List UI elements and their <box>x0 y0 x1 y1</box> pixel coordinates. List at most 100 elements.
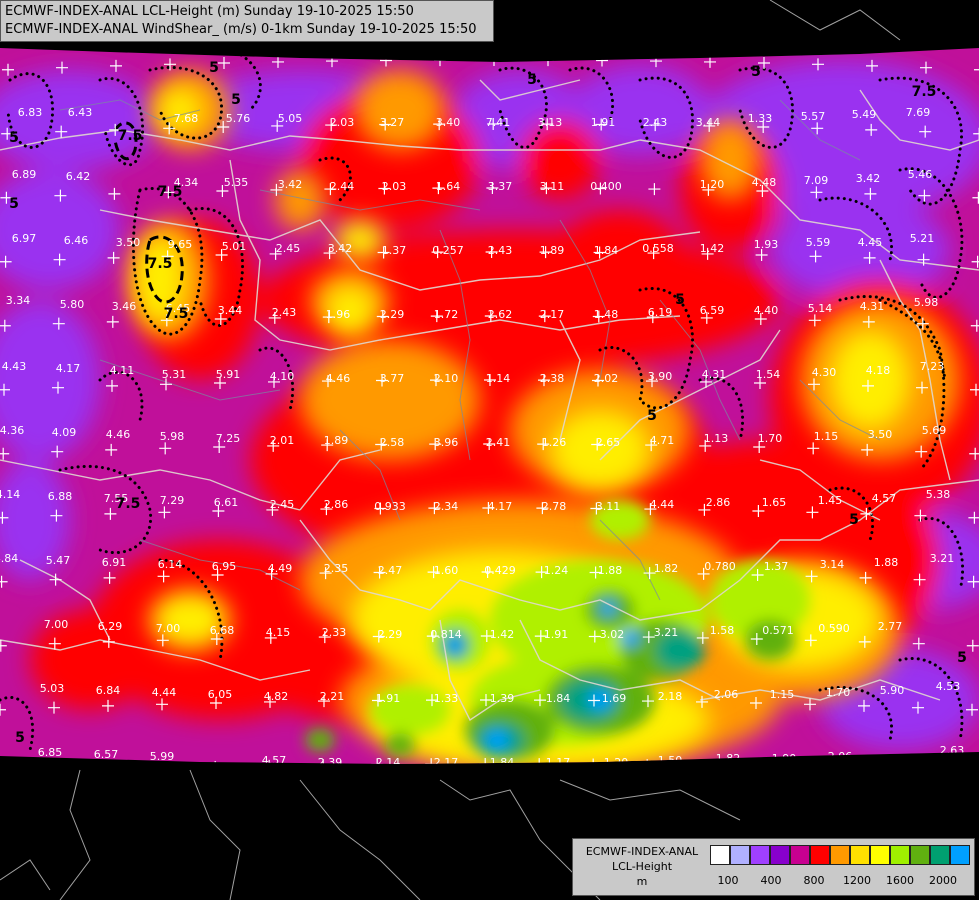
value-label: 7.23 <box>920 360 945 373</box>
legend-swatch <box>770 845 790 865</box>
value-label: 5.90 <box>880 684 905 697</box>
value-label: 5.21 <box>910 232 935 245</box>
contour-label: 7.5 <box>158 184 183 200</box>
value-label: 4.82 <box>264 690 289 703</box>
value-label: 2.45 <box>270 498 295 511</box>
value-label: 1.42 <box>490 628 515 641</box>
legend-title-param: LCL-Height <box>611 860 673 873</box>
value-label: 7.25 <box>216 432 241 445</box>
value-label: 6.95 <box>212 560 237 573</box>
contour-label: 5 <box>751 64 761 80</box>
value-label: 7.09 <box>804 174 829 187</box>
value-label: 3.50 <box>116 236 141 249</box>
value-label: 4.44 <box>152 686 177 699</box>
legend-tick: 1200 <box>843 874 871 887</box>
value-label: 0.558 <box>642 242 674 255</box>
value-label: 4.43 <box>2 360 27 373</box>
value-label: 3.11 <box>596 500 621 513</box>
value-label: 4.46 <box>326 372 351 385</box>
value-label: 2.65 <box>596 436 621 449</box>
value-label: 5.98 <box>160 430 185 443</box>
value-label: 2.02 <box>594 372 619 385</box>
value-label: 1.13 <box>704 432 729 445</box>
contour-label: 5 <box>849 512 859 528</box>
value-label: 2.34 <box>434 500 459 513</box>
value-label: 1.15 <box>770 688 795 701</box>
value-label: 6.14 <box>158 558 183 571</box>
value-label: 1.72 <box>434 308 459 321</box>
value-label: 1.84 <box>594 244 619 257</box>
value-label: 9.65 <box>168 238 193 251</box>
value-label: 4.10 <box>270 370 295 383</box>
value-label: 7.69 <box>906 106 931 119</box>
value-label: 6.46 <box>64 234 89 247</box>
value-label: 1.91 <box>544 628 569 641</box>
value-label: 3.42 <box>328 242 353 255</box>
value-label: 2.77 <box>878 620 903 633</box>
value-label: 1.20 <box>700 178 725 191</box>
value-label: 2.44 <box>330 180 355 193</box>
legend-swatch <box>930 845 950 865</box>
value-label: 1.33 <box>748 112 773 125</box>
value-label: 1.39 <box>490 692 515 705</box>
value-label: 1.82 <box>654 562 679 575</box>
value-label: 1.89 <box>324 434 349 447</box>
value-label: 4.45 <box>858 236 883 249</box>
value-label: 1.88 <box>598 564 623 577</box>
value-label: 1.58 <box>710 624 735 637</box>
legend-swatch <box>730 845 750 865</box>
value-label: 1.69 <box>602 692 627 705</box>
value-label: 5.76 <box>226 112 251 125</box>
value-label: 1.96 <box>326 308 351 321</box>
value-label: 2.06 <box>714 688 739 701</box>
legend-swatch <box>790 845 810 865</box>
value-label: 3.11 <box>540 180 565 193</box>
value-label: 2.01 <box>270 434 295 447</box>
value-label: 1.93 <box>754 238 779 251</box>
value-label: 0.590 <box>818 622 850 635</box>
value-label: 2.29 <box>378 628 403 641</box>
value-label: 5.59 <box>806 236 831 249</box>
value-label: 5.47 <box>46 554 71 567</box>
value-label: 2.21 <box>320 690 345 703</box>
value-label: 1.37 <box>764 560 789 573</box>
value-label: 5.03 <box>40 682 65 695</box>
contour-label: 7.5 <box>912 84 937 100</box>
value-label: 2.43 <box>643 116 668 129</box>
value-label: 2.35 <box>324 562 349 575</box>
value-label: 6.88 <box>48 490 73 503</box>
contour-label: 5 <box>231 92 241 108</box>
legend-swatch <box>830 845 850 865</box>
value-label: 2.43 <box>272 306 297 319</box>
value-label: 2.29 <box>380 308 405 321</box>
legend-tick: 800 <box>803 874 825 887</box>
legend-swatch <box>870 845 890 865</box>
legend-swatches <box>710 845 970 865</box>
value-label: 1.24 <box>544 564 569 577</box>
legend-title-model: ECMWF-INDEX-ANAL <box>585 845 699 858</box>
value-label: 0.400 <box>590 180 622 193</box>
value-label: 3.21 <box>654 626 679 639</box>
value-label: 3.96 <box>434 436 459 449</box>
contour-label: 5 <box>527 72 537 88</box>
value-label: 3.40 <box>436 116 461 129</box>
value-label: 4.11 <box>110 364 135 377</box>
value-label: 0.257 <box>432 244 464 257</box>
legend-swatch <box>910 845 930 865</box>
value-label: 4.14 <box>0 488 20 501</box>
value-label: 4.49 <box>268 562 293 575</box>
contour-label: 5 <box>675 292 685 308</box>
contour-label: 5 <box>15 730 25 746</box>
value-label: 6.42 <box>66 170 91 183</box>
legend-tick: 1600 <box>886 874 914 887</box>
value-label: 5.05 <box>278 112 303 125</box>
value-label: 2.41 <box>486 436 511 449</box>
value-label: 1.14 <box>486 372 511 385</box>
value-label: 1.65 <box>762 496 787 509</box>
value-label: 0.814 <box>430 628 462 641</box>
value-label: 6.61 <box>214 496 239 509</box>
value-label: 2.62 <box>488 308 513 321</box>
value-label: 7.68 <box>174 112 199 125</box>
value-label: 7.00 <box>44 618 69 631</box>
value-label: 5.69 <box>922 424 947 437</box>
